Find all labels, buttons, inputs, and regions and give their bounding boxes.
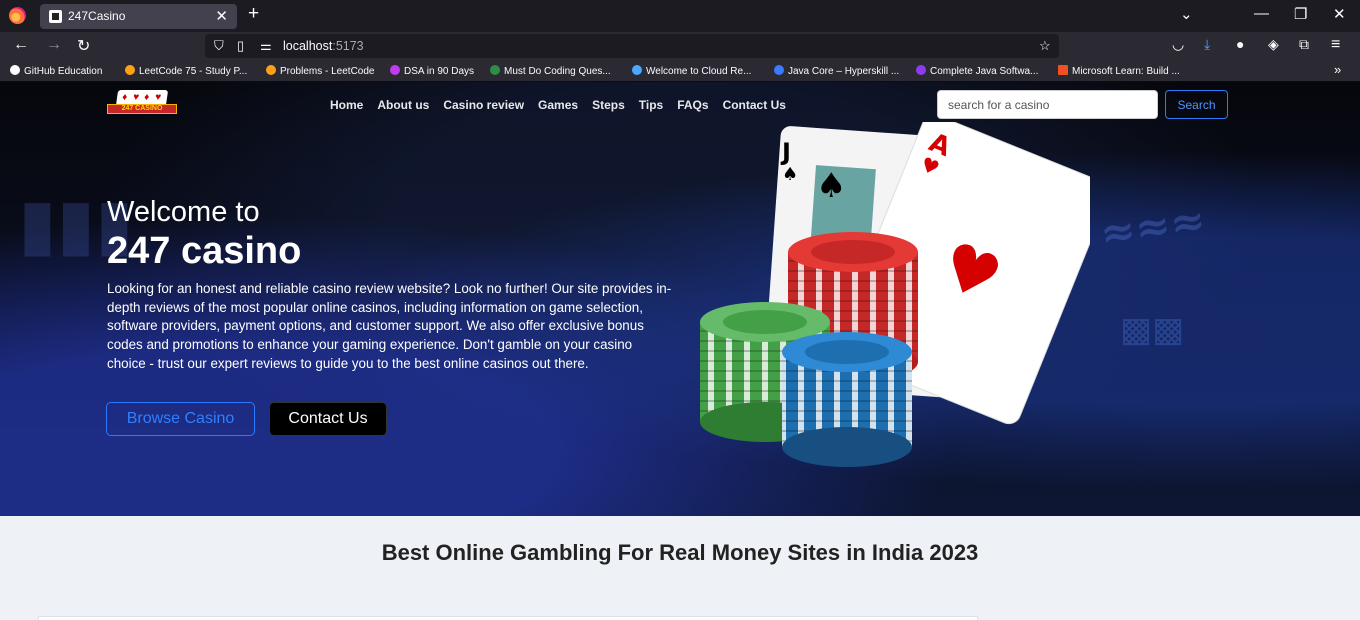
back-icon[interactable]: ← — [13, 36, 29, 54]
close-tab-icon[interactable]: ✕ — [215, 7, 228, 25]
permissions-icon[interactable]: ⚌ — [260, 38, 272, 54]
shield-icon[interactable]: ⛉ — [214, 38, 224, 54]
hero-section: ▮▮▮ ≈≈≈ ▩▩ ♦ ♥ ♦ ♥ 247 CASINO Home About us… — [0, 82, 1360, 516]
tab-favicon-icon — [49, 10, 62, 23]
bookmark-item[interactable]: Complete Java Softwa... — [916, 65, 1038, 77]
pocket-icon[interactable]: ◡ — [1172, 36, 1184, 53]
logo-text: 247 CASINO — [107, 104, 177, 114]
nav-steps[interactable]: Steps — [592, 98, 625, 112]
section-title: Best Online Gambling For Real Money Site… — [381, 540, 979, 565]
url-text: localhost:5173 — [283, 39, 364, 53]
bookmark-item[interactable]: GitHub Education — [10, 65, 102, 77]
new-tab-icon[interactable]: + — [248, 3, 259, 25]
listing-section: Best Online Gambling For Real Money Site… — [0, 516, 1360, 620]
restore-icon[interactable]: ❐ — [1294, 5, 1307, 23]
window-close-icon[interactable]: ✕ — [1333, 5, 1346, 23]
bookmarks-toolbar: GitHub Education LeetCode 75 - Study P..… — [0, 60, 1360, 82]
downloads-icon[interactable]: ⤓ — [1204, 36, 1210, 53]
browser-tab-bar: 247Casino ✕ + ⌄ — ❐ ✕ — [0, 0, 1360, 32]
menu-icon[interactable]: ≡ — [1331, 36, 1340, 54]
reload-icon[interactable]: ↻ — [77, 36, 90, 56]
nav-tips[interactable]: Tips — [639, 98, 663, 112]
svg-text:♠: ♠ — [816, 166, 846, 206]
listing-card — [38, 616, 978, 620]
browser-toolbar: ← → ↻ ⛉ ▯ ⚌ localhost:5173 ☆ ◡ ⤓ ● ◈ ⧉ ≡ — [0, 32, 1360, 60]
leetcode-icon — [266, 65, 276, 75]
minimize-icon[interactable]: — — [1254, 5, 1269, 22]
extensions-puzzle-icon[interactable]: ⧉ — [1299, 36, 1309, 53]
cards-and-chips-illustration: J ♠ ♠ A ♥ ♥ — [700, 122, 1090, 467]
hero-brand-title: 247 casino — [107, 230, 302, 272]
bookmark-item[interactable]: Must Do Coding Ques... — [490, 65, 611, 77]
nav-contact-us[interactable]: Contact Us — [723, 98, 786, 112]
site-nav: Home About us Casino review Games Steps … — [330, 98, 786, 112]
address-bar[interactable]: ⛉ ▯ ⚌ localhost:5173 ☆ — [205, 34, 1059, 58]
extension-icon[interactable]: ◈ — [1268, 36, 1279, 53]
firefox-icon[interactable] — [9, 7, 26, 24]
contact-us-button[interactable]: Contact Us — [269, 402, 387, 436]
forward-icon[interactable]: → — [46, 36, 62, 54]
tab-title: 247Casino — [68, 9, 126, 23]
microsoft-icon — [1058, 65, 1068, 75]
github-icon — [10, 65, 20, 75]
bookmark-item[interactable]: Welcome to Cloud Re... — [632, 65, 751, 77]
bookmark-item[interactable]: DSA in 90 Days — [390, 65, 474, 77]
bookmark-star-icon[interactable]: ☆ — [1039, 38, 1051, 54]
casino-search-input[interactable] — [937, 90, 1158, 119]
bookmark-item[interactable]: Java Core – Hyperskill ... — [774, 65, 899, 77]
hero-description: Looking for an honest and reliable casin… — [107, 281, 672, 371]
dsa-icon — [390, 65, 400, 75]
bookmarks-overflow-icon[interactable]: » — [1334, 62, 1341, 77]
web-page: ▮▮▮ ≈≈≈ ▩▩ ♦ ♥ ♦ ♥ 247 CASINO Home About us… — [0, 82, 1360, 620]
bookmark-item[interactable]: Microsoft Learn: Build ... — [1058, 65, 1180, 77]
jack-rank-label: J — [780, 138, 791, 166]
cloud-icon — [632, 65, 642, 75]
browse-casino-button[interactable]: Browse Casino — [106, 402, 255, 436]
browser-tab[interactable]: 247Casino ✕ — [40, 4, 237, 29]
hyperskill-icon — [774, 65, 784, 75]
bookmark-item[interactable]: Problems - LeetCode — [266, 65, 375, 77]
nav-faqs[interactable]: FAQs — [677, 98, 708, 112]
nav-games[interactable]: Games — [538, 98, 578, 112]
course-icon — [916, 65, 926, 75]
tab-list-chevron-icon[interactable]: ⌄ — [1180, 5, 1193, 23]
svg-text:♠: ♠ — [782, 164, 798, 185]
nav-casino-review[interactable]: Casino review — [443, 98, 524, 112]
leetcode-icon — [125, 65, 135, 75]
search-button[interactable]: Search — [1165, 90, 1228, 119]
account-avatar-icon[interactable]: ● — [1236, 36, 1244, 52]
background-neon-sign: ≈≈≈ — [1097, 194, 1209, 259]
background-billboard: ▩▩ — [1120, 310, 1185, 350]
bookmark-item[interactable]: LeetCode 75 - Study P... — [125, 65, 247, 77]
site-logo[interactable]: ♦ ♥ ♦ ♥ 247 CASINO — [107, 90, 177, 118]
page-icon[interactable]: ▯ — [237, 38, 244, 54]
nav-about-us[interactable]: About us — [377, 98, 429, 112]
hero-welcome-text: Welcome to — [107, 196, 260, 228]
gfg-icon — [490, 65, 500, 75]
blue-chip-stack — [782, 332, 912, 467]
nav-home[interactable]: Home — [330, 98, 363, 112]
